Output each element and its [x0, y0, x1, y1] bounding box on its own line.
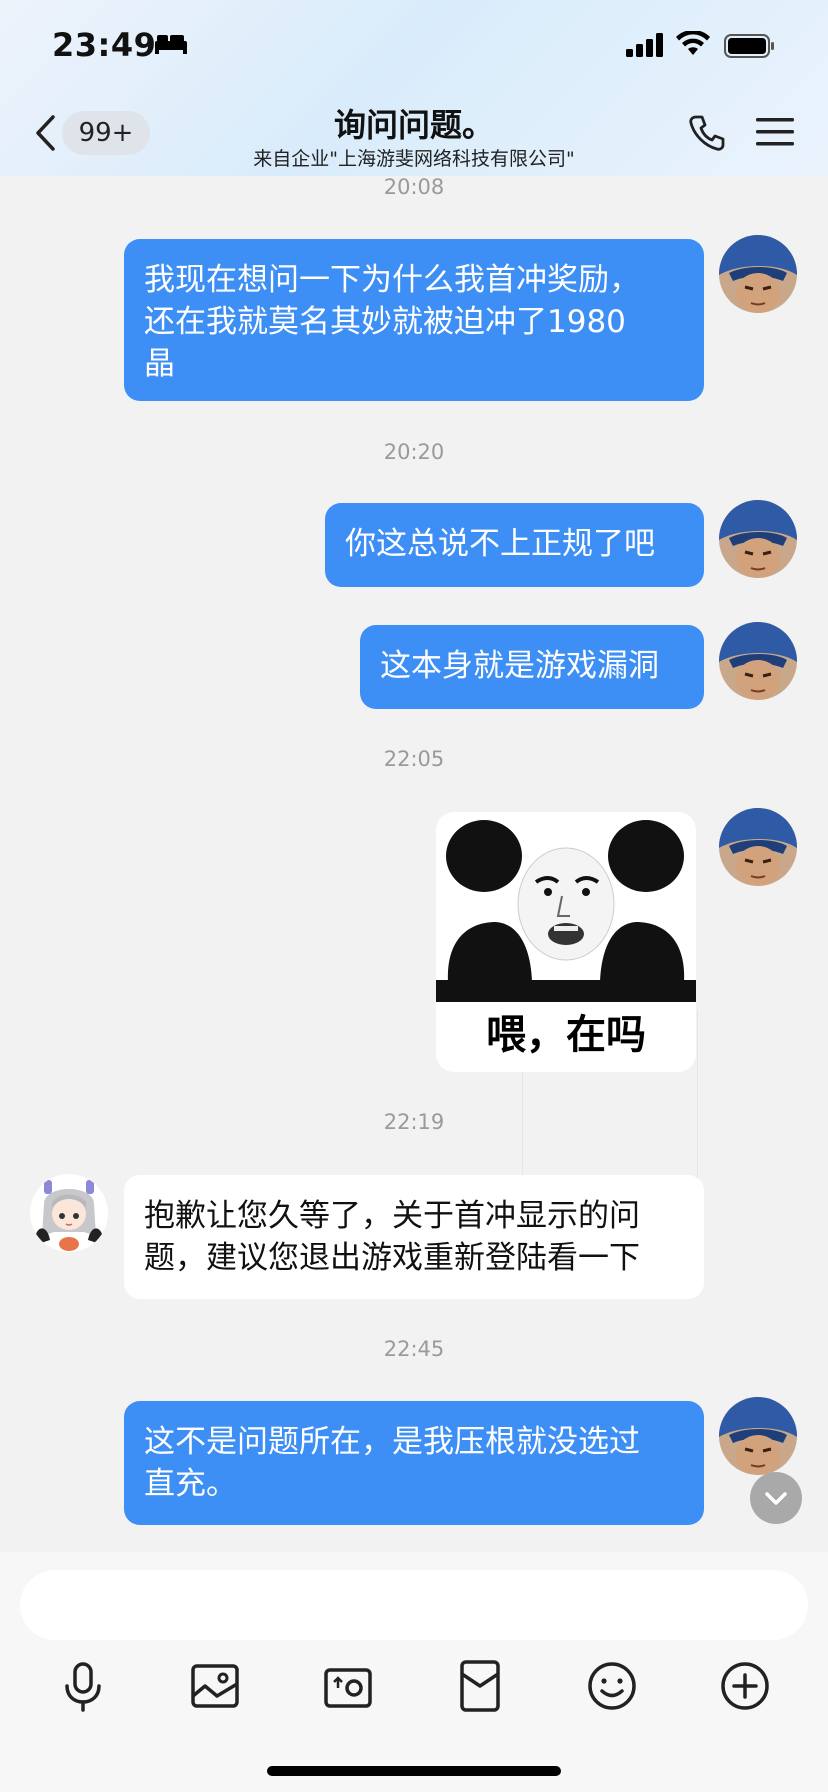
my-avatar[interactable]	[719, 235, 797, 313]
red-packet-icon[interactable]	[450, 1656, 510, 1716]
photo-icon[interactable]	[185, 1656, 245, 1716]
message-timestamp: 20:08	[383, 175, 445, 199]
message-timestamp: 20:20	[383, 440, 445, 464]
status-time: 23:49	[52, 26, 157, 64]
camera-icon[interactable]	[318, 1656, 378, 1716]
message-input[interactable]	[20, 1570, 808, 1640]
cellular-signal-icon	[626, 33, 663, 57]
panda-face-sticker	[436, 820, 696, 1012]
sticker-caption: 喂，在吗	[486, 1012, 646, 1058]
my-avatar[interactable]	[719, 1397, 797, 1475]
my-message-bubble[interactable]: 这不是问题所在，是我压根就没选过 直充。	[124, 1401, 704, 1525]
my-avatar[interactable]	[719, 808, 797, 886]
message-timestamp: 22:05	[383, 747, 445, 771]
microphone-icon[interactable]	[53, 1656, 113, 1716]
my-avatar[interactable]	[719, 622, 797, 700]
battery-icon	[724, 34, 774, 58]
menu-icon[interactable]	[756, 116, 794, 148]
scroll-to-bottom-button[interactable]	[750, 1472, 802, 1524]
sleep-focus-icon	[155, 35, 187, 54]
my-avatar[interactable]	[719, 500, 797, 578]
plus-icon[interactable]	[715, 1656, 775, 1716]
emoji-icon[interactable]	[582, 1656, 642, 1716]
phone-call-icon[interactable]	[688, 114, 726, 152]
my-message-bubble[interactable]: 你这总说不上正规了吧	[325, 503, 704, 587]
my-message-bubble[interactable]: 这本身就是游戏漏洞	[360, 625, 704, 709]
message-timestamp: 22:19	[383, 1110, 445, 1134]
chevron-down-icon	[765, 1492, 787, 1505]
their-message-bubble[interactable]: 抱歉让您久等了，关于首冲显示的问 题，建议您退出游戏重新登陆看一下	[124, 1175, 704, 1299]
agent-avatar[interactable]	[30, 1174, 108, 1252]
sticker-message[interactable]: 喂，在吗	[436, 812, 696, 1072]
home-indicator	[267, 1766, 561, 1776]
my-message-bubble[interactable]: 我现在想问一下为什么我首冲奖励， 还在我就莫名其妙就被迫冲了1980 晶	[124, 239, 704, 401]
wifi-icon	[676, 31, 710, 55]
message-timestamp: 22:45	[383, 1337, 445, 1361]
